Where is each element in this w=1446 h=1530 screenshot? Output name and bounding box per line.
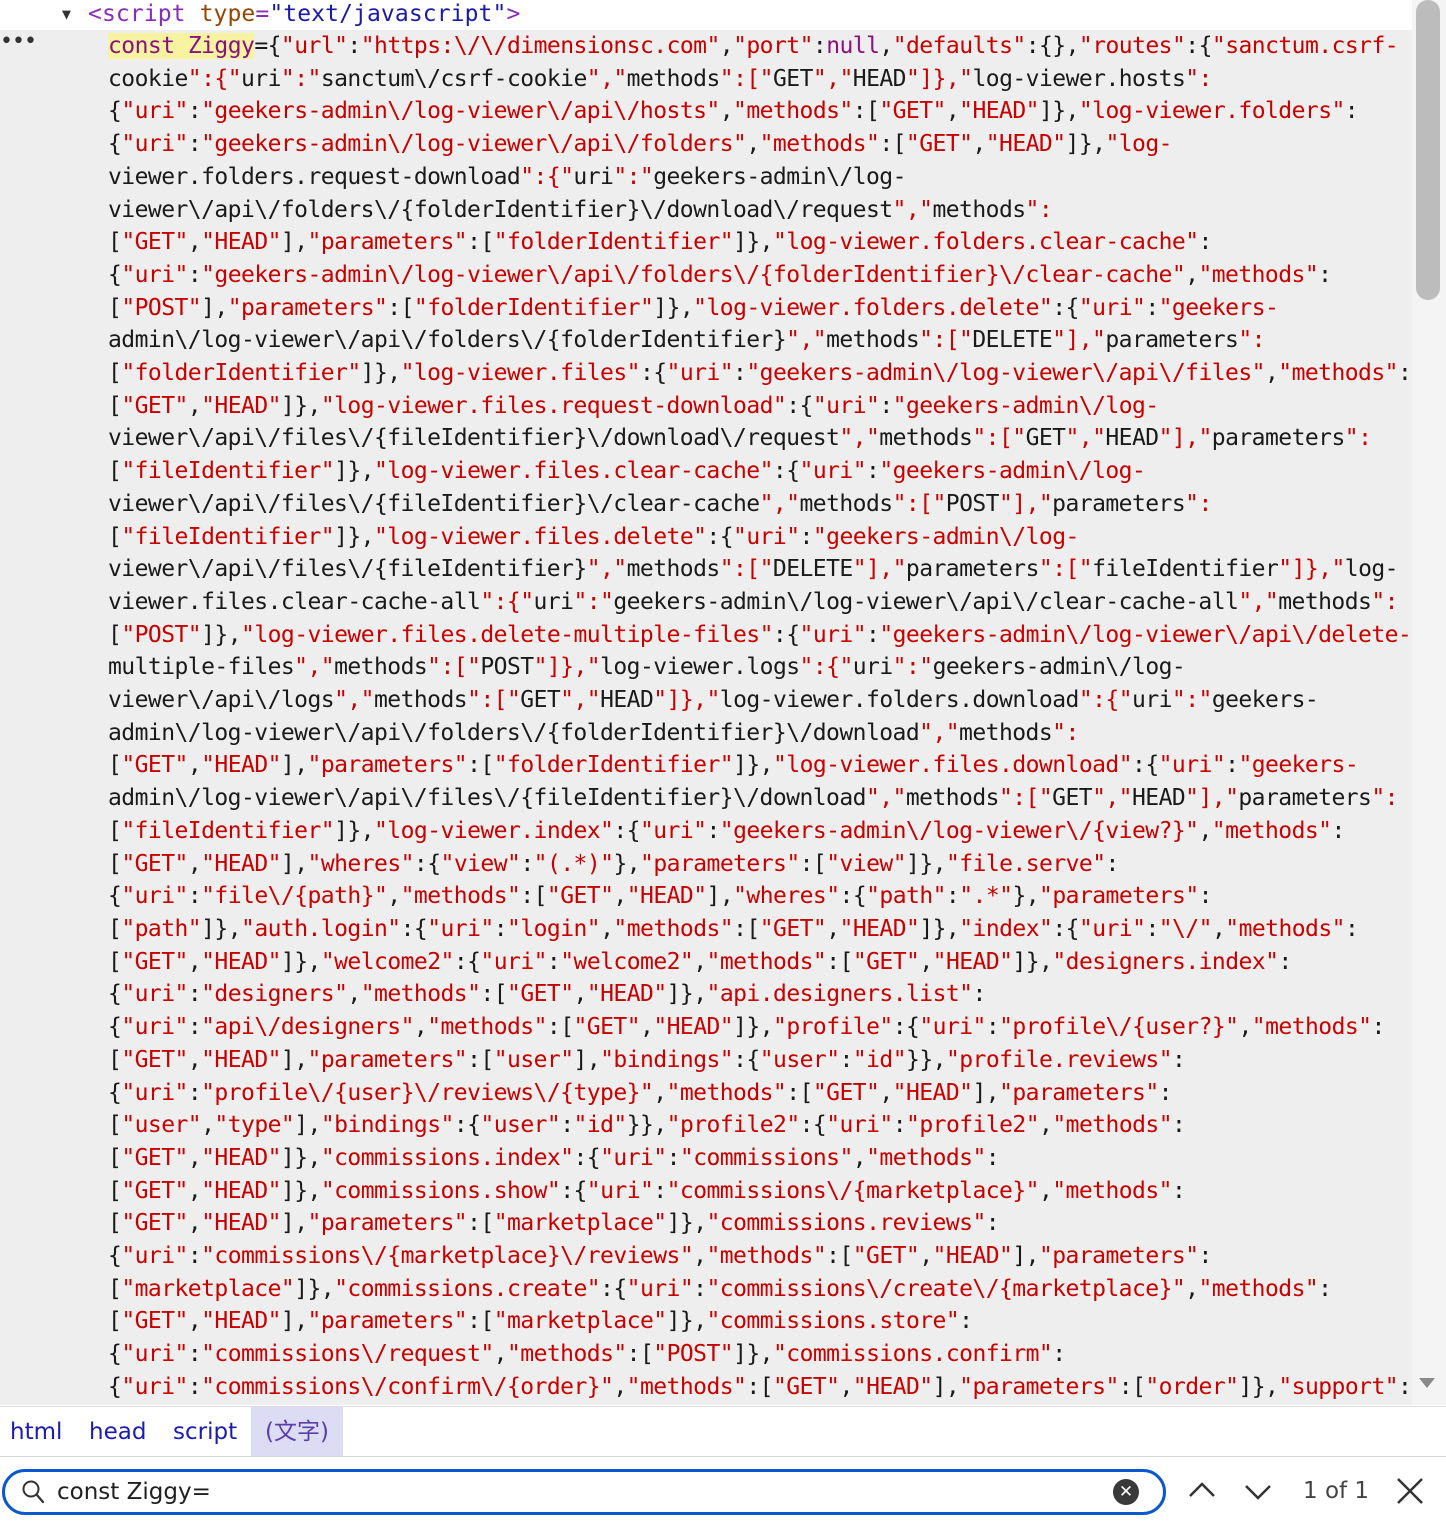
chevron-up-icon <box>1189 1482 1215 1497</box>
code-line: {"uri":"commissions\/{marketplace}\/revi… <box>108 1243 1212 1270</box>
source-view: ▼ <script type="text/javascript"> ••• co… <box>0 0 1412 1405</box>
code-line: {"uri":"profile\/{user}\/reviews\/{type}… <box>108 1079 1173 1106</box>
code-line: ["GET","HEAD"]},"commissions.index":{"ur… <box>108 1144 1000 1171</box>
search-box[interactable]: ✕ <box>2 1469 1166 1515</box>
code-line: {"uri":"geekers-admin\/log-viewer\/api\/… <box>108 98 1359 125</box>
code-line: ["POST"],"parameters":["folderIdentifier… <box>108 294 1279 321</box>
tag-close: > <box>506 1 521 27</box>
code-line: viewer\/api\/logs","methods":["GET","HEA… <box>108 687 1319 714</box>
dom-breadcrumb: html head script (文字) <box>0 1406 1446 1457</box>
breadcrumb-script[interactable]: script <box>165 1407 245 1457</box>
code-line: viewer\/api\/folders\/{folderIdentifier}… <box>108 196 1053 223</box>
close-icon <box>1397 1478 1423 1504</box>
code-line: {"uri":"designers","methods":["GET","HEA… <box>108 981 986 1008</box>
code-line: ["GET","HEAD"],"parameters":["folderIden… <box>108 752 1359 779</box>
code-line: ["marketplace"]},"commissions.create":{"… <box>108 1275 1332 1302</box>
more-options-icon[interactable]: ••• <box>0 31 37 53</box>
code-line: ["fileIdentifier"]},"log-viewer.index":{… <box>108 817 1345 844</box>
code-line: admin\/log-viewer\/api\/folders\/{folder… <box>108 719 1079 746</box>
code-line: ["folderIdentifier"]},"log-viewer.files"… <box>108 360 1412 387</box>
breadcrumb-head[interactable]: head <box>81 1407 154 1457</box>
code-line: admin\/log-viewer\/api\/folders\/{folder… <box>108 327 1265 354</box>
code-line: viewer.folders.request-download":{"uri":… <box>108 163 906 190</box>
match-count: 1 of 1 <box>1303 1478 1370 1504</box>
breadcrumb-text-node[interactable]: (文字) <box>251 1407 343 1457</box>
find-bar: ✕ 1 of 1 <box>0 1456 1446 1530</box>
code-line: ["GET","HEAD"]},"welcome2":{"uri":"welco… <box>108 948 1292 975</box>
code-line: ["GET","HEAD"],"parameters":["user"],"bi… <box>108 1046 1186 1073</box>
search-input[interactable] <box>57 1474 1097 1510</box>
tag-open: <script <box>88 1 186 27</box>
code-line: ["GET","HEAD"],"wheres":{"view":"(.*)"},… <box>108 850 1119 877</box>
previous-match-button[interactable] <box>1180 1471 1224 1511</box>
code-line: ["GET","HEAD"]},"log-viewer.files.reques… <box>108 392 1159 419</box>
clear-search-button[interactable]: ✕ <box>1113 1479 1139 1505</box>
code-line: {"uri":"geekers-admin\/log-viewer\/api\/… <box>108 261 1332 288</box>
code-line: const Ziggy={"url":"https:\/\/dimensions… <box>108 33 1399 59</box>
keyword: const <box>108 33 175 59</box>
code-line: admin\/log-viewer\/api\/files\/{fileIden… <box>108 785 1399 812</box>
code-line: ["GET","HEAD"],"parameters":["folderIden… <box>108 229 1212 256</box>
attr-value: "text/javascript" <box>269 1 507 27</box>
code-line: ["POST"]},"log-viewer.files.delete-multi… <box>108 621 1412 648</box>
scrollbar-thumb[interactable] <box>1416 0 1440 300</box>
code-line: ["path"]},"auth.login":{"uri":"login","m… <box>108 915 1359 942</box>
code-line: ["GET","HEAD"],"parameters":["marketplac… <box>108 1210 1000 1237</box>
code-line: ["fileIdentifier"]},"log-viewer.files.de… <box>108 523 1079 550</box>
code-line: viewer\/api\/files\/{fileIdentifier}\/do… <box>108 425 1372 452</box>
code-line: {"uri":"commissions\/confirm\/{order}","… <box>108 1373 1412 1400</box>
collapse-triangle-icon[interactable]: ▼ <box>62 3 80 25</box>
scroll-down-arrow-icon[interactable] <box>1419 1378 1435 1388</box>
script-open-tag: <script type="text/javascript"> <box>88 0 520 30</box>
code-line: cookie":{"uri":"sanctum\/csrf-cookie","m… <box>108 65 1212 92</box>
script-tag-line[interactable]: ▼ <script type="text/javascript"> <box>0 0 1412 30</box>
code-line: {"uri":"commissions\/request","methods":… <box>108 1341 1066 1368</box>
code-line: ["user","type"],"bindings":{"user":"id"}… <box>108 1112 1186 1139</box>
vertical-scrollbar[interactable] <box>1412 0 1446 1405</box>
code-line: viewer.files.clear-cache-all":{"uri":"ge… <box>108 588 1398 615</box>
code-line: multiple-files","methods":["POST"]},"log… <box>108 654 1186 681</box>
code-line: ["GET","HEAD"],"parameters":["marketplac… <box>108 1308 973 1335</box>
code-line: ["fileIdentifier"]},"log-viewer.files.cl… <box>108 458 1146 485</box>
search-icon <box>22 1480 45 1504</box>
attr-eq: = <box>255 1 270 27</box>
code-line: viewer\/api\/files\/{fileIdentifier}\/cl… <box>108 490 1212 517</box>
chevron-down-icon <box>1245 1485 1271 1500</box>
code-line: {"uri":"file\/{path}","methods":["GET","… <box>108 883 1213 910</box>
search-match-highlight: const Ziggy <box>108 33 255 59</box>
code-line: ["GET","HEAD"]},"commissions.show":{"uri… <box>108 1177 1186 1204</box>
devtools-elements-panel: ▼ <script type="text/javascript"> ••• co… <box>0 0 1446 1530</box>
code-line: viewer\/api\/files\/{fileIdentifier}","m… <box>108 556 1399 583</box>
script-code: const Ziggy={"url":"https:\/\/dimensions… <box>108 30 1412 1404</box>
code-line: {"uri":"api\/designers","methods":["GET"… <box>108 1014 1385 1041</box>
close-find-button[interactable] <box>1390 1471 1430 1511</box>
identifier: Ziggy <box>187 33 255 59</box>
code-line: {"uri":"geekers-admin\/log-viewer\/api\/… <box>108 131 1172 158</box>
attr-name: type <box>199 1 256 27</box>
next-match-button[interactable] <box>1236 1471 1280 1511</box>
clear-icon: ✕ <box>1118 1482 1134 1502</box>
breadcrumb-html[interactable]: html <box>2 1407 70 1457</box>
